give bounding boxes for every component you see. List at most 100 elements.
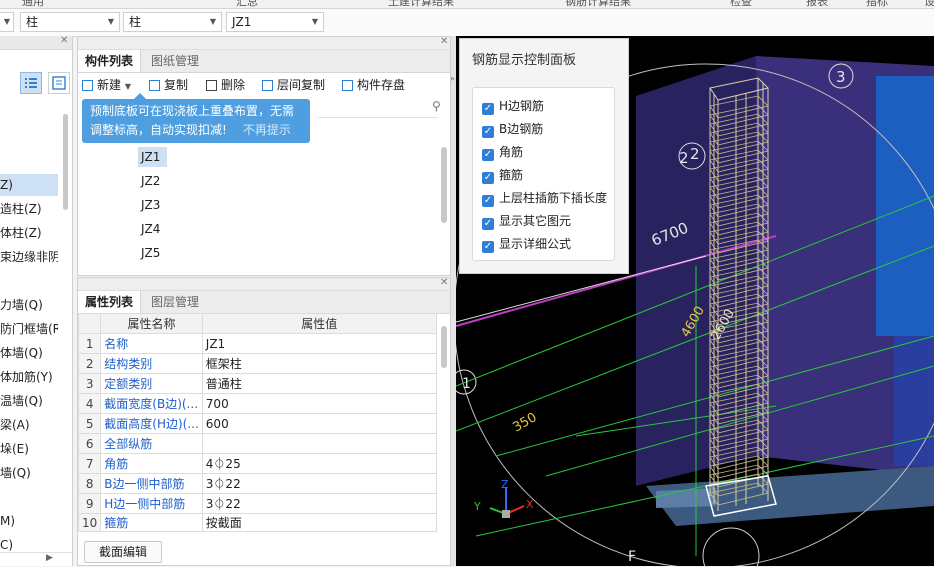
tree-item[interactable]: 温墙(Q) — [0, 390, 58, 412]
corner-rebar-checkbox[interactable]: ✓ 角筋 — [482, 142, 523, 162]
section-edit-button[interactable]: 截面编辑 — [84, 541, 162, 563]
tab-drawing-management[interactable]: 图纸管理 — [144, 50, 206, 72]
table-row[interactable]: 5 截面高度(H边)(... 600 — [77, 413, 437, 434]
upper-dowel-length-checkbox[interactable]: ✓ 上层柱插筋下插长度 — [482, 188, 607, 208]
close-icon[interactable]: ✕ — [60, 35, 68, 46]
menu-item[interactable]: 通用 — [22, 0, 44, 8]
menu-item[interactable]: 钢筋计算结果 — [565, 0, 631, 8]
table-scrollbar[interactable] — [441, 326, 447, 368]
chevron-down-icon: ▼ — [124, 82, 131, 91]
panel-header: ✕ — [0, 35, 72, 50]
axis-triad-icon: Z X Y — [473, 478, 534, 518]
properties-panel: ✕ 属性列表 图层管理 属性名称 属性值 1 名称 JZ1 2 结构类别 框架柱 3 定额… — [77, 277, 451, 566]
panel-header: ✕ — [78, 36, 450, 50]
tab-layer-management[interactable]: 图层管理 — [144, 291, 206, 313]
tree-item[interactable]: M) — [0, 510, 58, 532]
panel-header: ✕ — [78, 277, 450, 291]
tab-property-list[interactable]: 属性列表 — [78, 291, 142, 313]
list-item[interactable]: JZ5 — [138, 243, 167, 263]
list-item[interactable]: JZ3 — [138, 195, 167, 215]
menu-item[interactable]: 设 — [924, 0, 934, 8]
chevron-down-icon: ▼ — [3, 17, 10, 26]
type-combo[interactable]: 柱 ▼ — [123, 12, 222, 32]
tree-item[interactable]: 束边缘非阴影 — [0, 246, 58, 268]
axis-label-f: F — [628, 549, 636, 565]
checkbox-checked-icon: ✓ — [482, 241, 494, 253]
column-surface — [876, 76, 934, 336]
copy-button[interactable]: 复制 — [149, 73, 188, 97]
horizontal-scrollbar[interactable]: ▶ — [0, 552, 72, 567]
table-row[interactable]: 8 B边一侧中部筋 3⏀22 — [77, 473, 437, 494]
close-icon[interactable]: ✕ — [440, 277, 448, 288]
table-row[interactable]: 6 全部纵筋 — [77, 433, 437, 454]
menu-item[interactable]: 报表 — [806, 0, 828, 8]
tree-item[interactable]: 防门框墙(RF — [0, 318, 58, 340]
checkbox-checked-icon: ✓ — [482, 172, 494, 184]
detail-view-icon[interactable] — [48, 72, 70, 94]
tree-item[interactable]: 墙(Q) — [0, 462, 58, 484]
menu-item[interactable]: 指标 — [866, 0, 888, 8]
tree-item[interactable]: 体墙(Q) — [0, 342, 58, 364]
expand-arrow-icon[interactable]: » — [450, 74, 455, 83]
tree-item[interactable]: 体柱(Z) — [0, 222, 58, 244]
search-icon[interactable]: ⚲ — [432, 99, 441, 113]
delete-button[interactable]: 删除 — [206, 73, 245, 97]
floor-copy-button[interactable]: 层间复制 — [262, 73, 325, 97]
show-other-elements-checkbox[interactable]: ✓ 显示其它图元 — [482, 211, 571, 231]
new-file-icon — [82, 80, 93, 91]
new-button[interactable]: 新建 ▼ — [82, 73, 131, 97]
menu-item[interactable]: 土建计算结果 — [388, 0, 454, 8]
axis-label-2: 2 — [679, 149, 689, 167]
chevron-down-icon: ▼ — [107, 17, 114, 26]
search-underline — [318, 117, 438, 118]
tree-item[interactable]: 垛(E) — [0, 438, 58, 460]
checkbox-checked-icon: ✓ — [482, 103, 494, 115]
properties-tabs: 属性列表 图层管理 — [78, 291, 450, 314]
list-item[interactable]: JZ4 — [138, 219, 167, 239]
panel-title: 钢筋显示控制面板 — [472, 53, 577, 68]
axis-label-3: 3 — [836, 68, 846, 86]
table-row[interactable]: 4 截面宽度(B边)(... 700 — [77, 393, 437, 414]
dismiss-hint-link[interactable]: 不再提示 — [243, 123, 291, 137]
axis-label-1: 1 — [462, 376, 471, 392]
table-row[interactable]: 10 箍筋 按截面 — [77, 513, 437, 532]
floor-combo[interactable]: ▼ — [0, 12, 14, 32]
show-formula-checkbox[interactable]: ✓ 显示详细公式 — [482, 234, 571, 254]
checkbox-checked-icon: ✓ — [482, 195, 494, 207]
tree-item[interactable]: 力墙(Q) — [0, 294, 58, 316]
tab-component-list[interactable]: 构件列表 — [78, 50, 142, 72]
table-row[interactable]: 7 角筋 4⏀25 — [77, 453, 437, 474]
tree-item[interactable]: 体加筋(Y) — [0, 366, 58, 388]
close-icon[interactable]: ✕ — [440, 36, 448, 47]
category-combo[interactable]: 柱 ▼ — [20, 12, 120, 32]
axis-label-2b: 2 — [690, 145, 700, 163]
top-menu-strip: 通用 汇总 土建计算结果 钢筋计算结果 检查 报表 指标 设 — [0, 0, 934, 9]
table-row[interactable]: 3 定额类别 普通柱 — [77, 373, 437, 394]
tree-item[interactable]: 造柱(Z) — [0, 198, 58, 220]
list-scrollbar[interactable] — [441, 147, 447, 223]
axis-y-label: Y — [473, 500, 481, 513]
tree-item[interactable]: 梁(A) — [0, 414, 58, 436]
table-row[interactable]: 1 名称 JZ1 — [77, 333, 437, 354]
list-view-icon[interactable] — [20, 72, 42, 94]
menu-item[interactable]: 检查 — [730, 0, 752, 8]
stirrup-checkbox[interactable]: ✓ 箍筋 — [482, 165, 523, 185]
column-header-value: 属性值 — [201, 313, 437, 334]
property-table: 属性名称 属性值 1 名称 JZ1 2 结构类别 框架柱 3 定额类别 普通柱 4 截面宽度(… — [77, 313, 437, 532]
menu-item[interactable]: 汇总 — [236, 0, 258, 8]
component-combo[interactable]: JZ1 ▼ — [226, 12, 324, 32]
axis-x-label: X — [526, 498, 534, 511]
rebar-display-control-panel: 钢筋显示控制面板 ✓ H边钢筋 ✓ B边钢筋 ✓ 角筋 ✓ 箍筋 ✓ 上层柱插筋下插长度 … — [459, 38, 629, 274]
h-side-rebar-checkbox[interactable]: ✓ H边钢筋 — [482, 96, 544, 116]
table-row[interactable]: 2 结构类别 框架柱 — [77, 353, 437, 374]
list-item[interactable]: JZ1 — [138, 147, 167, 167]
tree-scrollbar[interactable] — [63, 114, 68, 210]
scroll-right-icon[interactable]: ▶ — [46, 553, 53, 563]
trash-icon — [206, 80, 217, 91]
b-side-rebar-checkbox[interactable]: ✓ B边钢筋 — [482, 119, 543, 139]
tree-item[interactable]: Z) — [0, 174, 58, 196]
chevron-down-icon: ▼ — [209, 17, 216, 26]
table-row[interactable]: 9 H边一侧中部筋 3⏀22 — [77, 493, 437, 514]
save-component-button[interactable]: 构件存盘 — [342, 73, 405, 97]
list-item[interactable]: JZ2 — [138, 171, 167, 191]
